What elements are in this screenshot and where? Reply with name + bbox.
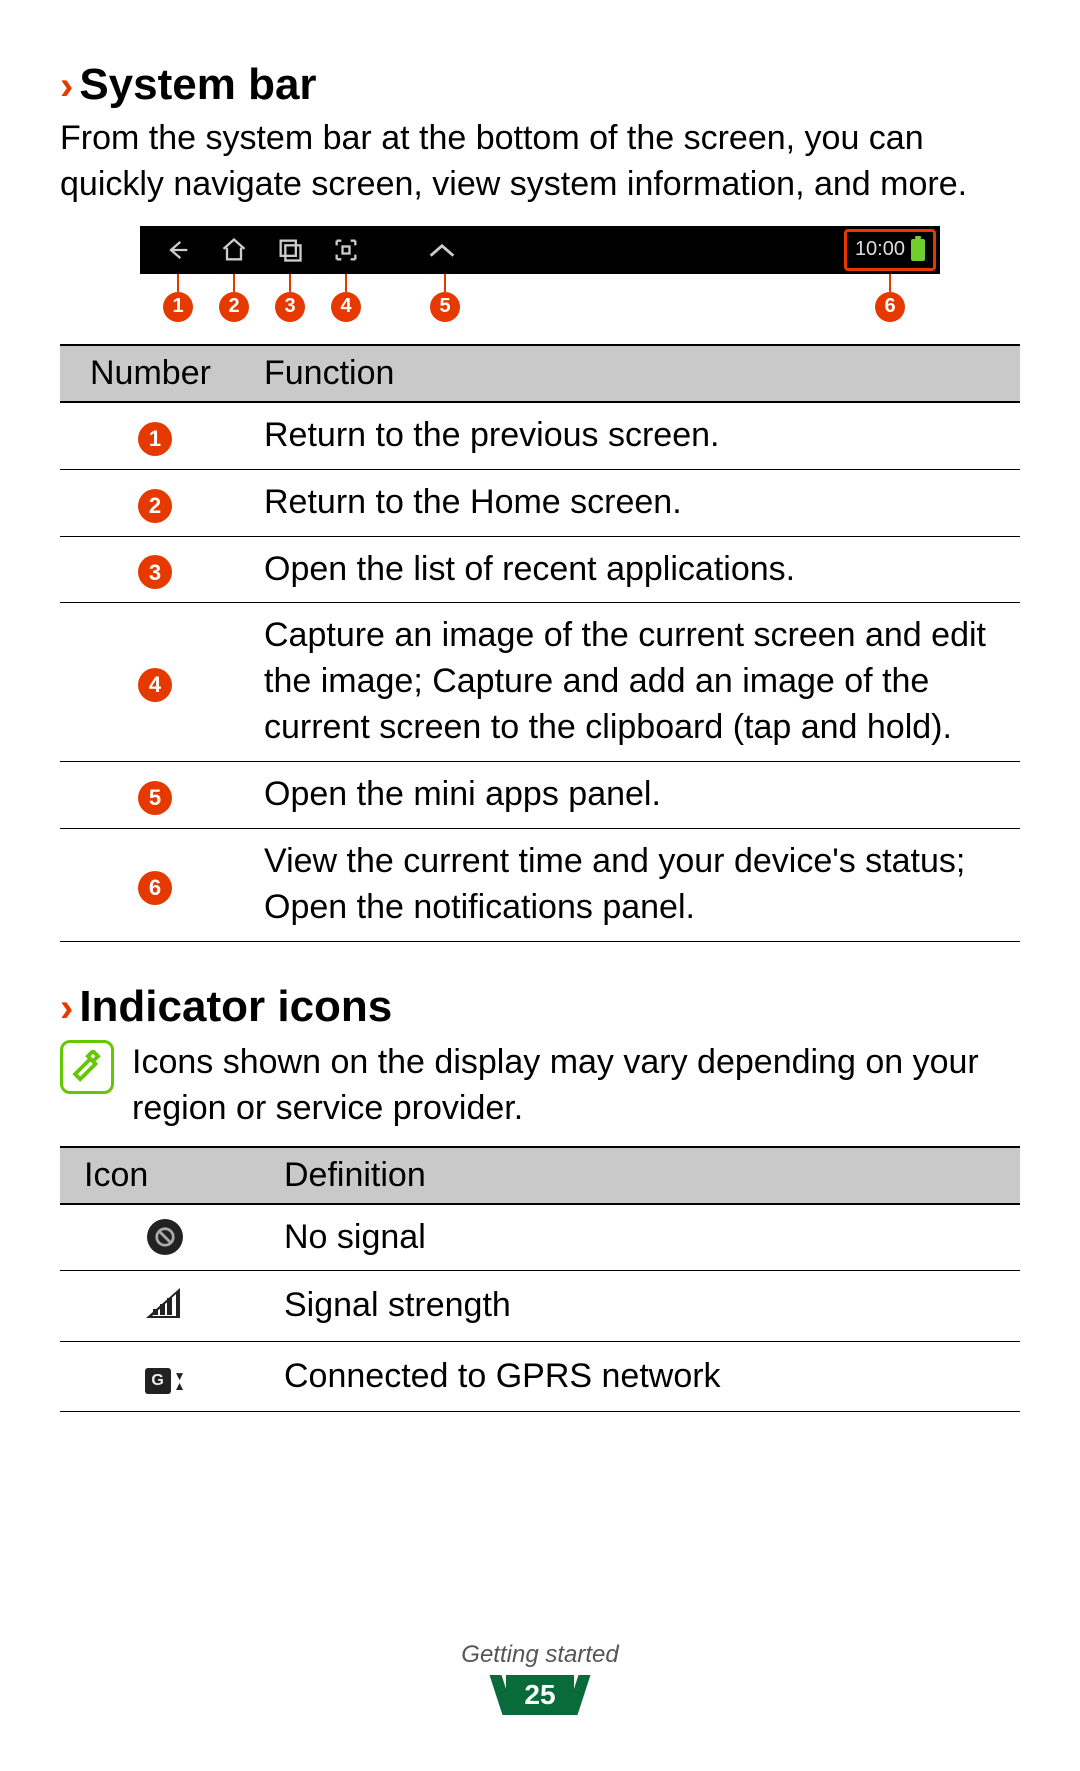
col-number: Number (60, 345, 250, 402)
func-text: Capture an image of the current screen a… (250, 603, 1020, 762)
num-badge: 5 (138, 781, 172, 815)
chevron-icon: › (60, 988, 73, 1028)
note-row: Icons shown on the display may vary depe… (60, 1040, 1020, 1132)
home-icon (206, 226, 262, 274)
col-definition: Definition (270, 1147, 1020, 1204)
func-text: View the current time and your device's … (250, 829, 1020, 942)
num-badge: 1 (138, 422, 172, 456)
table-row: No signal (60, 1204, 1020, 1271)
mini-apps-icon (414, 226, 470, 274)
system-bar-illustration: 10:00 1 2 3 4 5 6 (60, 226, 1020, 334)
def-text: Signal strength (270, 1271, 1020, 1342)
gprs-label: G (145, 1368, 171, 1394)
func-text: Open the list of recent applications. (250, 536, 1020, 603)
table-row: G ▼▲ Connected to GPRS network (60, 1342, 1020, 1412)
func-text: Open the mini apps panel. (250, 762, 1020, 829)
system-bar-table: Number Function 1 Return to the previous… (60, 344, 1020, 942)
gprs-icon: G ▼▲ (145, 1361, 185, 1401)
callout-4: 4 (331, 274, 361, 322)
screenshot-icon (318, 226, 374, 274)
def-text: Connected to GPRS network (270, 1342, 1020, 1412)
col-function: Function (250, 345, 1020, 402)
note-text: Icons shown on the display may vary depe… (132, 1040, 1020, 1132)
table-row: 1 Return to the previous screen. (60, 402, 1020, 469)
page-footer: Getting started 25 (0, 1641, 1080, 1715)
chapter-name: Getting started (0, 1641, 1080, 1669)
system-bar-description: From the system bar at the bottom of the… (60, 116, 1020, 208)
table-row: 5 Open the mini apps panel. (60, 762, 1020, 829)
table-row: 3 Open the list of recent applications. (60, 536, 1020, 603)
status-time: 10:00 (855, 238, 905, 261)
def-text: No signal (270, 1204, 1020, 1271)
num-badge: 2 (138, 489, 172, 523)
chevron-icon: › (60, 66, 73, 106)
table-row: 2 Return to the Home screen. (60, 469, 1020, 536)
func-text: Return to the Home screen. (250, 469, 1020, 536)
indicator-table: Icon Definition No signal (60, 1146, 1020, 1413)
no-signal-icon (145, 1217, 185, 1257)
note-icon (60, 1040, 114, 1094)
page-number: 25 (506, 1675, 573, 1715)
section-title: System bar (79, 60, 316, 110)
callout-5: 5 (430, 274, 460, 322)
indicator-icons-heading: › Indicator icons (60, 982, 1020, 1032)
table-row: 6 View the current time and your device'… (60, 829, 1020, 942)
callout-6: 6 (875, 274, 905, 322)
table-row: Signal strength (60, 1271, 1020, 1342)
system-bar-heading: › System bar (60, 60, 1020, 110)
recent-apps-icon (262, 226, 318, 274)
callout-3: 3 (275, 274, 305, 322)
status-area: 10:00 (844, 229, 936, 271)
col-icon: Icon (60, 1147, 270, 1204)
num-badge: 6 (138, 871, 172, 905)
battery-icon (911, 239, 925, 261)
callout-1: 1 (163, 274, 193, 322)
signal-strength-icon (145, 1281, 185, 1321)
func-text: Return to the previous screen. (250, 402, 1020, 469)
back-icon (150, 226, 206, 274)
num-badge: 3 (138, 555, 172, 589)
callout-2: 2 (219, 274, 249, 322)
num-badge: 4 (138, 668, 172, 702)
table-row: 4 Capture an image of the current screen… (60, 603, 1020, 762)
section-title: Indicator icons (79, 982, 392, 1032)
